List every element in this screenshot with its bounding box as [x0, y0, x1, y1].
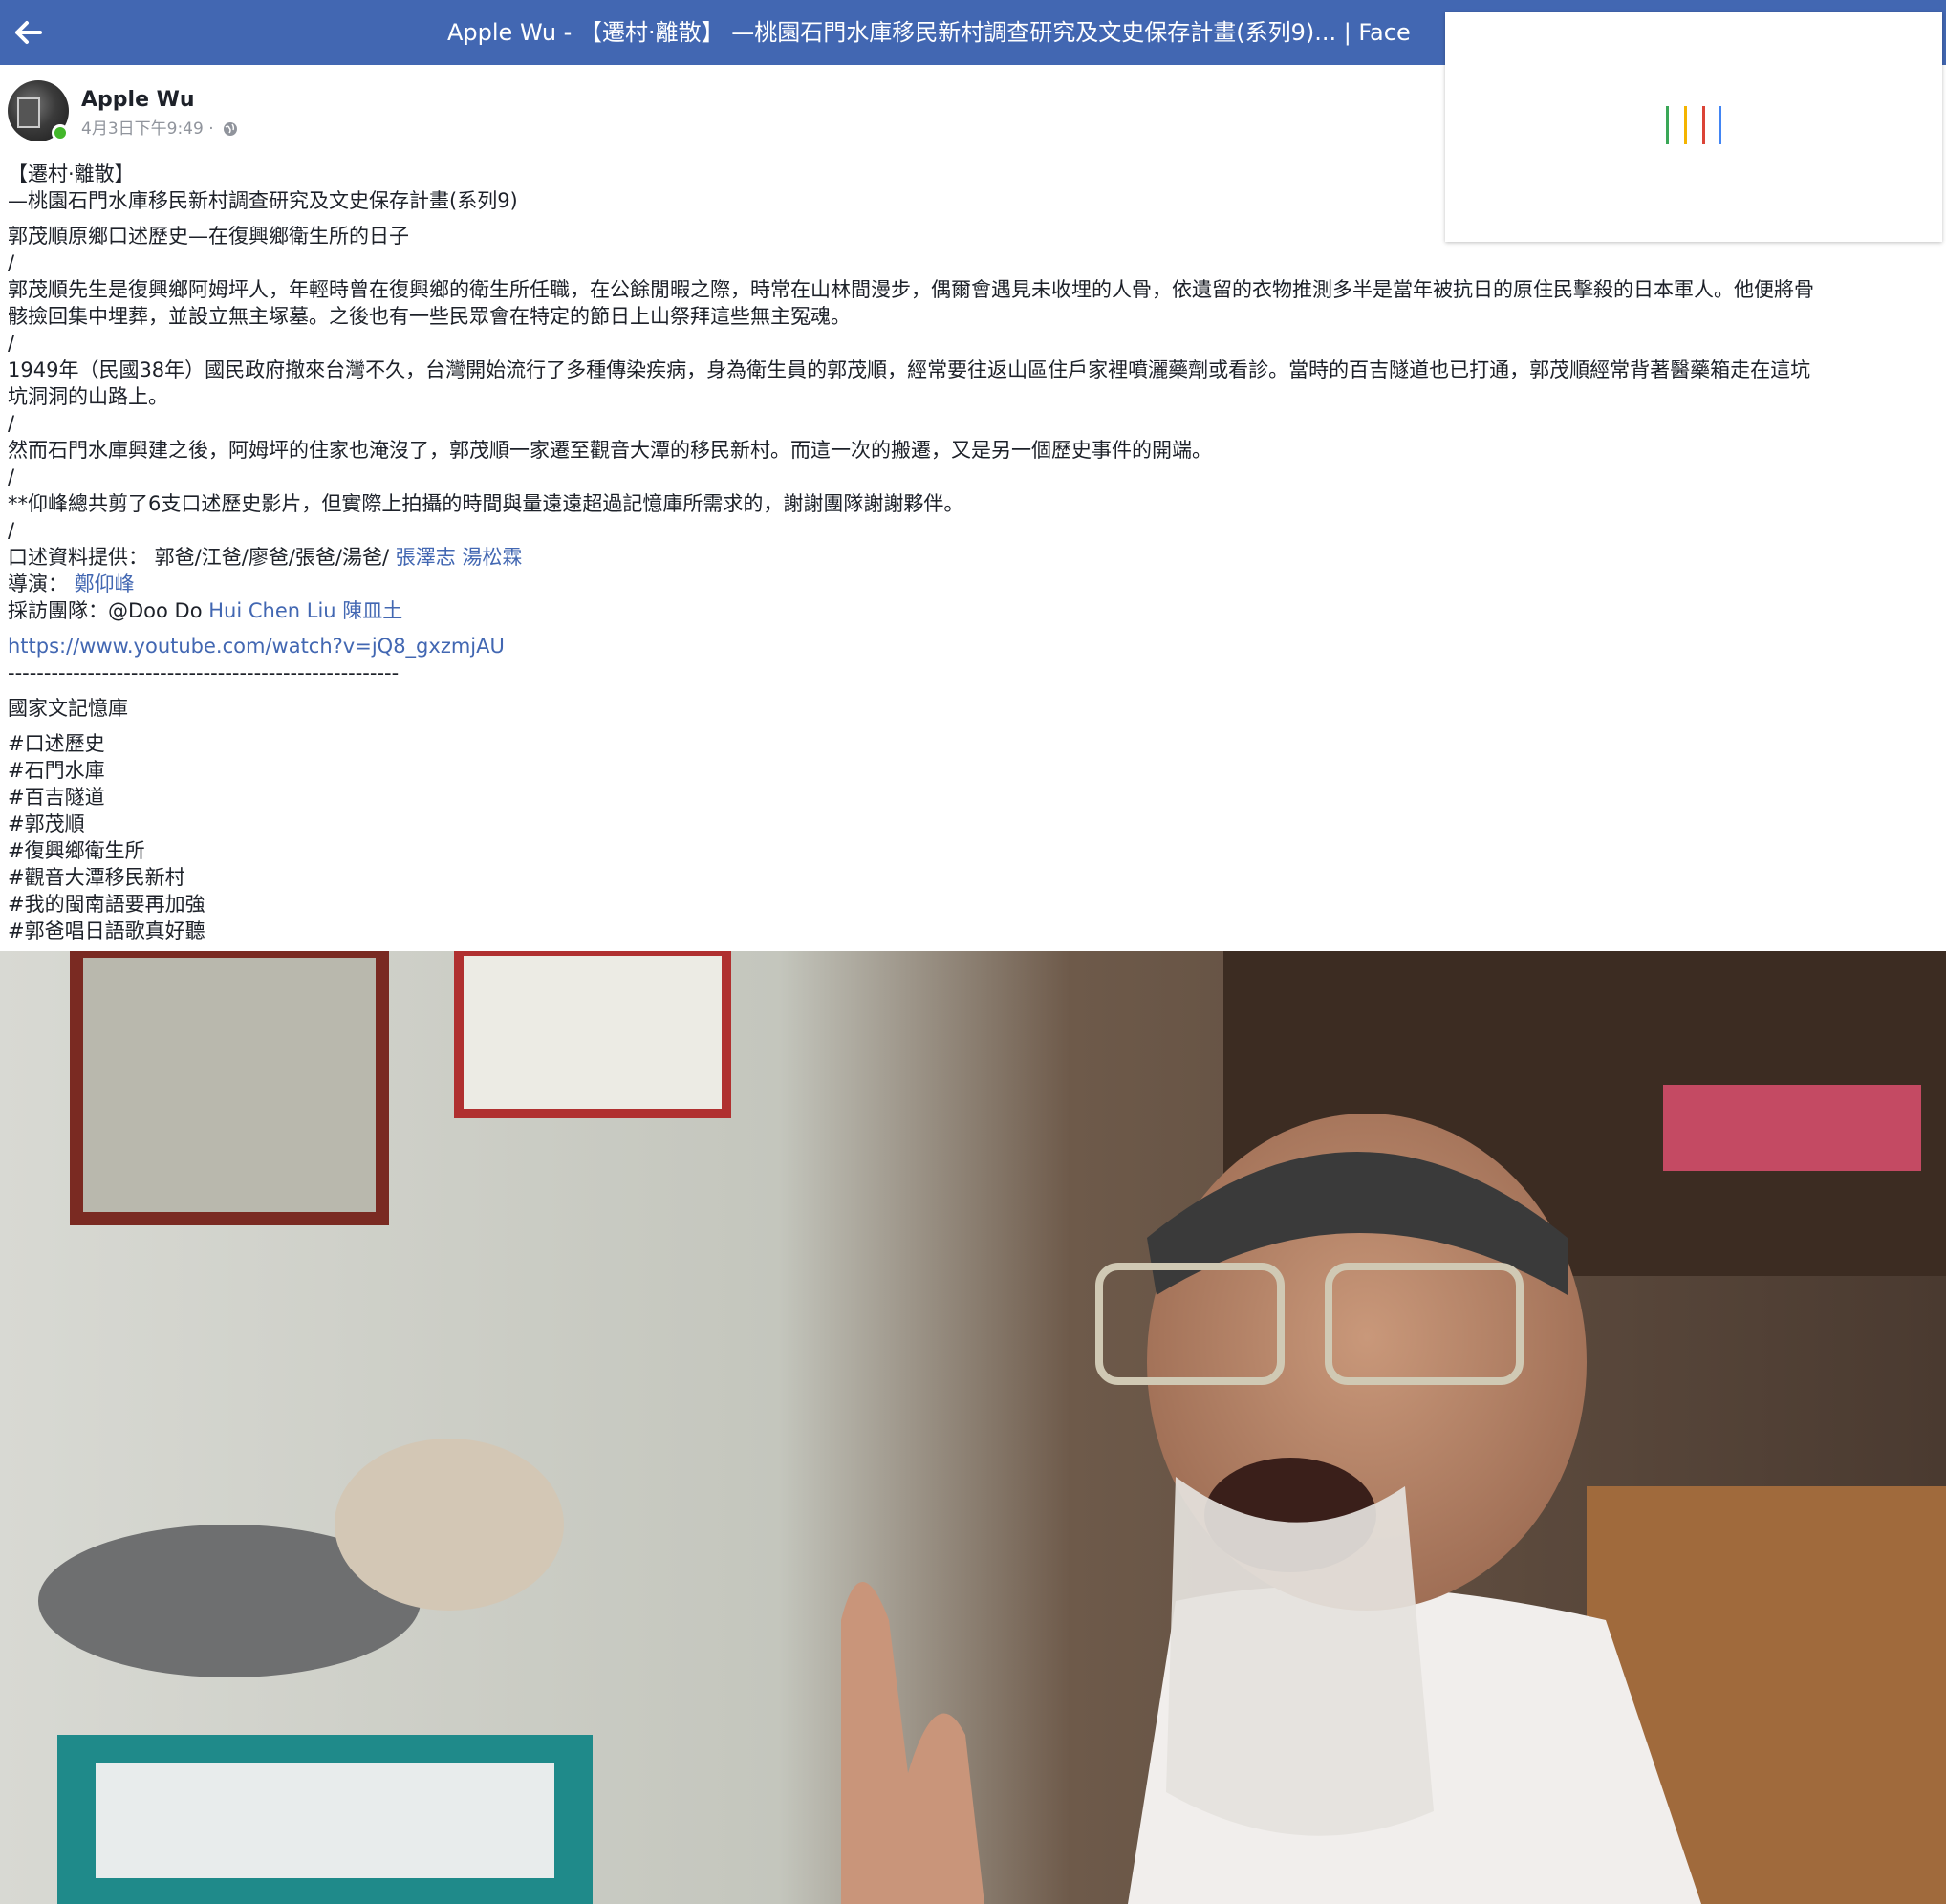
post-meta: 4月3日下午9:49 ·	[81, 115, 238, 139]
profile-link[interactable]: 湯松霖	[462, 546, 522, 569]
author-name[interactable]: Apple Wu	[81, 88, 195, 112]
profile-link[interactable]: 鄭仰峰	[75, 573, 135, 595]
credit-label: 採訪團隊：@Doo Do	[8, 599, 209, 622]
hashtag-link[interactable]: #郭茂順	[8, 811, 1934, 837]
hashtag-link[interactable]: #石門水庫	[8, 757, 1934, 784]
post-body: 【遷村·離散】 —桃園石門水庫移民新村調查研究及文史保存計畫(系列9) 郭茂順原鄉口…	[8, 161, 1934, 944]
archive-label: 國家文記憶庫	[8, 697, 128, 720]
post-photo[interactable]	[0, 951, 1946, 1904]
hashtag-link[interactable]: #郭爸唱日語歌真好聽	[8, 918, 1934, 944]
post-text-line: /	[8, 251, 15, 274]
hashtag-link[interactable]: #復興鄉衛生所	[8, 837, 1934, 864]
hashtag-list: #口述歷史 #石門水庫 #百吉隧道 #郭茂順 #復興鄉衛生所 #觀音大潭移民新村 #我的閩南…	[8, 730, 1934, 944]
profile-link[interactable]: 張澤志	[396, 546, 456, 569]
loading-bar	[1684, 106, 1687, 144]
post-text-line: /	[8, 332, 15, 355]
post-text-line: /	[8, 519, 15, 542]
credit-line: 導演： 鄭仰峰	[8, 571, 1934, 597]
profile-link[interactable]: Hui Chen Liu	[208, 599, 335, 622]
post-timestamp[interactable]: 4月3日下午9:49 ·	[81, 119, 214, 139]
arrow-left-icon	[15, 21, 42, 44]
post-text-line: 【遷村·離散】	[8, 162, 135, 185]
post-text: 【遷村·離散】 —桃園石門水庫移民新村調查研究及文史保存計畫(系列9) 郭茂順原鄉口…	[8, 161, 1934, 544]
loading-bar	[1719, 106, 1721, 144]
photo-image	[0, 951, 1946, 1904]
page-title: Apple Wu - 【遷村·離散】 —桃園石門水庫移民新村調查研究及文史保存計…	[447, 19, 1411, 46]
divider-line: ----------------------------------------…	[8, 661, 400, 684]
credit-line: 採訪團隊：@Doo Do Hui Chen Liu 陳皿土	[8, 597, 1934, 624]
post-text-line: /	[8, 465, 15, 488]
video-link[interactable]: https://www.youtube.com/watch?v=jQ8_gxzm…	[8, 633, 1934, 660]
globe-icon	[224, 122, 238, 136]
post-text-line: /	[8, 412, 15, 435]
post-text-line: 郭茂順原鄉口述歷史—在復興鄉衛生所的日子	[8, 225, 409, 248]
post-text-line: 郭茂順先生是復興鄉阿姆坪人，年輕時曾在復興鄉的衛生所任職，在公餘閒暇之際，時常在…	[8, 278, 1814, 301]
post-text-line: **仰峰總共剪了6支口述歷史影片，但實際上拍攝的時間與量遠遠超過記憶庫所需求的，…	[8, 492, 964, 515]
back-button[interactable]	[10, 13, 48, 52]
hashtag-link[interactable]: #觀音大潭移民新村	[8, 864, 1934, 891]
post-text-line: 然而石門水庫興建之後，阿姆坪的住家也淹沒了，郭茂順一家遷至觀音大潭的移民新村。而…	[8, 439, 1212, 462]
post-text-line: 坑洞洞的山路上。	[8, 385, 168, 408]
post-text-line: 1949年（民國38年）國民政府撤來台灣不久，台灣開始流行了多種傳染疾病，身為衛…	[8, 358, 1811, 381]
credit-label: 口述資料提供： 郭爸/江爸/廖爸/張爸/湯爸/	[8, 546, 396, 569]
post-text-line: —桃園石門水庫移民新村調查研究及文史保存計畫(系列9)	[8, 189, 518, 212]
hashtag-link[interactable]: #口述歷史	[8, 730, 1934, 757]
post-text-line: 骸撿回集中埋葬，並設立無主塚墓。之後也有一些民眾會在特定的節日上山祭拜這些無主冤…	[8, 305, 851, 328]
credit-label: 導演：	[8, 573, 75, 595]
profile-link[interactable]: 陳皿土	[342, 599, 402, 622]
credit-line: 口述資料提供： 郭爸/江爸/廖爸/張爸/湯爸/ 張澤志 湯松霖	[8, 544, 1934, 571]
online-status-dot	[52, 124, 69, 141]
hashtag-link[interactable]: #我的閩南語要再加強	[8, 891, 1934, 918]
loading-bar	[1666, 106, 1669, 144]
credits: 口述資料提供： 郭爸/江爸/廖爸/張爸/湯爸/ 張澤志 湯松霖 導演： 鄭仰峰 採訪…	[8, 544, 1934, 624]
hashtag-link[interactable]: #百吉隧道	[8, 784, 1934, 811]
loading-bar	[1702, 106, 1705, 144]
